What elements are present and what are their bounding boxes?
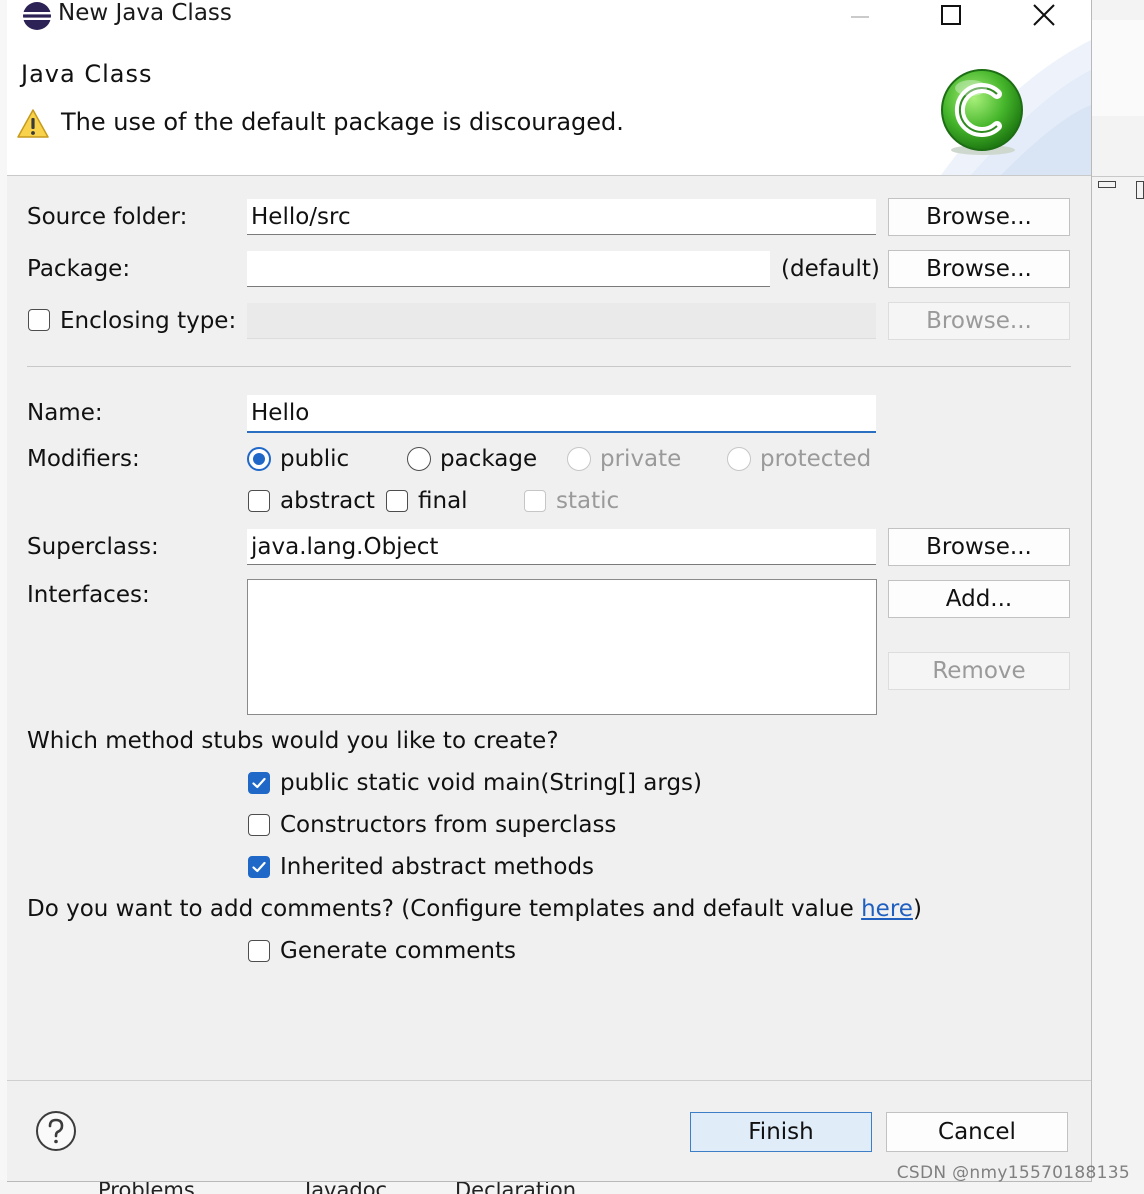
modifier-protected-label: protected (760, 446, 872, 472)
watermark: CSDN @nmy15570188135 (896, 1163, 1130, 1183)
wizard-banner: Java Class The use of the default packag… (7, 30, 1091, 176)
source-folder-browse-button[interactable]: Browse... (888, 198, 1070, 236)
package-input[interactable] (247, 251, 770, 287)
minimize-view-icon[interactable] (1098, 181, 1116, 188)
package-label: Package: (27, 256, 131, 282)
package-browse-button[interactable]: Browse... (888, 250, 1070, 288)
comments-question: Do you want to add comments? (Configure … (27, 896, 922, 922)
finish-button[interactable]: Finish (690, 1112, 872, 1152)
generate-comments-label: Generate comments (280, 938, 516, 964)
help-icon[interactable] (35, 1110, 77, 1152)
modifier-package-label: package (440, 446, 538, 472)
banner-title: Java Class (21, 60, 153, 88)
warning-icon (17, 109, 49, 138)
tab-problems[interactable]: Problems (98, 1180, 195, 1194)
section-divider (27, 366, 1071, 367)
minimize-button[interactable] (837, 0, 883, 30)
stub-inherited-checkbox[interactable] (248, 856, 270, 878)
enclosing-type-input (247, 303, 876, 339)
stub-constructors-checkbox[interactable] (248, 814, 270, 836)
stub-inherited-label: Inherited abstract methods (280, 854, 595, 880)
source-folder-input[interactable]: Hello/src (247, 199, 876, 235)
ide-background-left (0, 0, 7, 1194)
close-button[interactable] (1021, 0, 1067, 30)
modifiers-label: Modifiers: (27, 446, 140, 472)
modifier-protected-radio (727, 447, 751, 471)
tab-declaration[interactable]: Declaration (455, 1180, 576, 1194)
generate-comments-checkbox[interactable] (248, 940, 270, 962)
modifier-public-radio[interactable] (247, 447, 271, 471)
modifier-static-checkbox (524, 490, 546, 512)
modifier-abstract-checkbox[interactable] (248, 490, 270, 512)
name-input[interactable]: Hello (247, 395, 876, 433)
java-class-c-icon (941, 69, 1023, 155)
minimize-icon (851, 16, 869, 18)
comments-question-close: ) (912, 896, 922, 922)
ide-divider (1090, 176, 1144, 177)
modifier-private-label: private (600, 446, 682, 472)
stub-main-checkbox[interactable] (248, 772, 270, 794)
banner-message: The use of the default package is discou… (61, 108, 624, 136)
modifier-static-label: static (556, 488, 620, 514)
enclosing-type-browse-button: Browse... (888, 302, 1070, 340)
title-bar: New Java Class (7, 0, 1091, 30)
maximize-icon (941, 5, 961, 25)
superclass-label: Superclass: (27, 534, 159, 560)
enclosing-type-label: Enclosing type: (60, 308, 237, 334)
tab-javadoc[interactable]: Javadoc (305, 1180, 387, 1194)
new-java-class-dialog: New Java Class Java Class The use of the… (7, 0, 1092, 1182)
superclass-browse-button[interactable]: Browse... (888, 528, 1070, 566)
modifier-package-radio[interactable] (407, 447, 431, 471)
maximize-button[interactable] (928, 0, 974, 30)
source-folder-label: Source folder: (27, 204, 188, 230)
checkmark-icon (252, 777, 266, 789)
stub-constructors-label: Constructors from superclass (280, 812, 617, 838)
modifier-public-label: public (280, 446, 350, 472)
modifier-abstract-label: abstract (280, 488, 375, 514)
eclipse-icon (23, 2, 51, 30)
modifier-final-checkbox[interactable] (386, 490, 408, 512)
enclosing-type-checkbox[interactable] (28, 309, 50, 331)
name-label: Name: (27, 400, 103, 426)
interfaces-label: Interfaces: (27, 582, 150, 608)
modifier-final-label: final (418, 488, 468, 514)
footer-divider (7, 1080, 1091, 1081)
interfaces-remove-button: Remove (888, 652, 1070, 690)
method-stubs-question: Which method stubs would you like to cre… (27, 728, 559, 754)
window-title: New Java Class (58, 0, 232, 26)
ide-panel (1090, 20, 1144, 116)
configure-templates-link[interactable]: here (861, 896, 913, 922)
interfaces-list[interactable] (247, 579, 877, 715)
ide-background-right (1090, 0, 1144, 1194)
superclass-input[interactable]: java.lang.Object (247, 529, 876, 565)
modifier-private-radio (567, 447, 591, 471)
cancel-button[interactable]: Cancel (886, 1112, 1068, 1152)
stub-main-label: public static void main(String[] args) (280, 770, 702, 796)
maximize-view-icon[interactable] (1136, 181, 1144, 199)
checkmark-icon (252, 861, 266, 873)
package-default-hint: (default) (781, 256, 880, 282)
close-icon (1033, 4, 1055, 26)
interfaces-add-button[interactable]: Add... (888, 580, 1070, 618)
comments-question-text: Do you want to add comments? (Configure … (27, 896, 862, 922)
